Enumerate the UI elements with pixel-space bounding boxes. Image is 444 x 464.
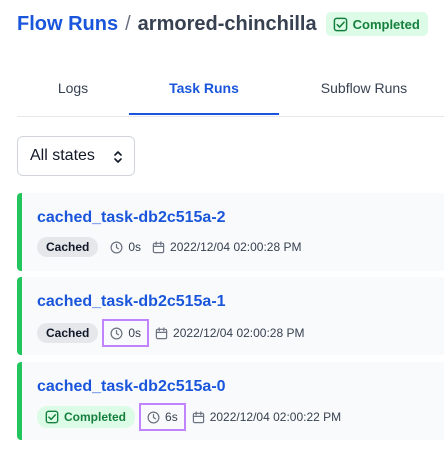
- task-run-card: cached_task-db2c515a-1 Cached 0s 2022/12…: [17, 277, 444, 355]
- task-run-state-label: Completed: [64, 410, 127, 424]
- state-filter-value: All states: [30, 147, 95, 164]
- task-run-card: cached_task-db2c515a-2 Cached 0s 2022/12…: [17, 193, 444, 271]
- task-run-meta: Cached 0s 2022/12/04 02:00:28 PM: [37, 319, 304, 347]
- task-run-name-link[interactable]: cached_task-db2c515a-1: [37, 293, 226, 311]
- duration-value: 6s: [165, 410, 178, 424]
- tab-task-runs[interactable]: Task Runs: [129, 64, 279, 114]
- duration-value: 0s: [128, 240, 142, 254]
- calendar-icon: [155, 326, 168, 340]
- breadcrumb: Flow Runs / armored-chinchilla Completed: [17, 12, 428, 36]
- page-title: armored-chinchilla: [137, 12, 317, 35]
- tab-logs[interactable]: Logs: [17, 64, 129, 114]
- flow-run-state-badge: Completed: [325, 12, 428, 36]
- task-run-meta: Cached 0s 2022/12/04 02:00:28 PM: [37, 237, 301, 257]
- duration-value: 0s: [128, 326, 142, 340]
- task-run-start-time: 2022/12/04 02:00:22 PM: [192, 410, 341, 424]
- check-square-icon: [333, 17, 348, 32]
- task-run-meta: Completed 6s 2022/12/04 02:00:22 PM: [37, 403, 341, 431]
- clock-icon: [147, 411, 160, 424]
- state-filter-select[interactable]: All states: [17, 136, 135, 176]
- task-run-card: cached_task-db2c515a-0 Completed 6s 2022…: [17, 362, 444, 440]
- timestamp-value: 2022/12/04 02:00:28 PM: [173, 326, 305, 340]
- calendar-icon: [152, 240, 165, 254]
- chevron-up-down-icon: [112, 149, 124, 165]
- task-run-duration: 0s: [102, 319, 150, 347]
- task-run-name-link[interactable]: cached_task-db2c515a-0: [37, 378, 226, 396]
- timestamp-value: 2022/12/04 02:00:22 PM: [209, 410, 342, 424]
- clock-icon: [110, 327, 123, 340]
- clock-icon: [110, 241, 123, 254]
- active-tab-indicator: [129, 113, 279, 115]
- task-run-duration: 6s: [139, 403, 186, 431]
- check-square-icon: [45, 410, 59, 424]
- timestamp-value: 2022/12/04 02:00:28 PM: [170, 240, 302, 254]
- task-run-state-badge: Cached: [37, 237, 99, 257]
- tab-bar: Logs Task Runs Subflow Runs: [17, 64, 444, 117]
- flow-run-state-label: Completed: [352, 16, 420, 32]
- calendar-icon: [192, 410, 205, 424]
- breadcrumb-separator: /: [125, 12, 131, 35]
- task-run-duration: 0s: [107, 238, 144, 256]
- task-run-start-time: 2022/12/04 02:00:28 PM: [155, 326, 304, 340]
- task-run-state-badge: Cached: [37, 323, 99, 343]
- tab-subflow-runs[interactable]: Subflow Runs: [279, 64, 444, 114]
- breadcrumb-flow-runs-link[interactable]: Flow Runs: [17, 13, 118, 36]
- task-run-name-link[interactable]: cached_task-db2c515a-2: [37, 209, 226, 227]
- task-run-state-badge: Completed: [37, 406, 136, 428]
- task-run-start-time: 2022/12/04 02:00:28 PM: [152, 240, 301, 254]
